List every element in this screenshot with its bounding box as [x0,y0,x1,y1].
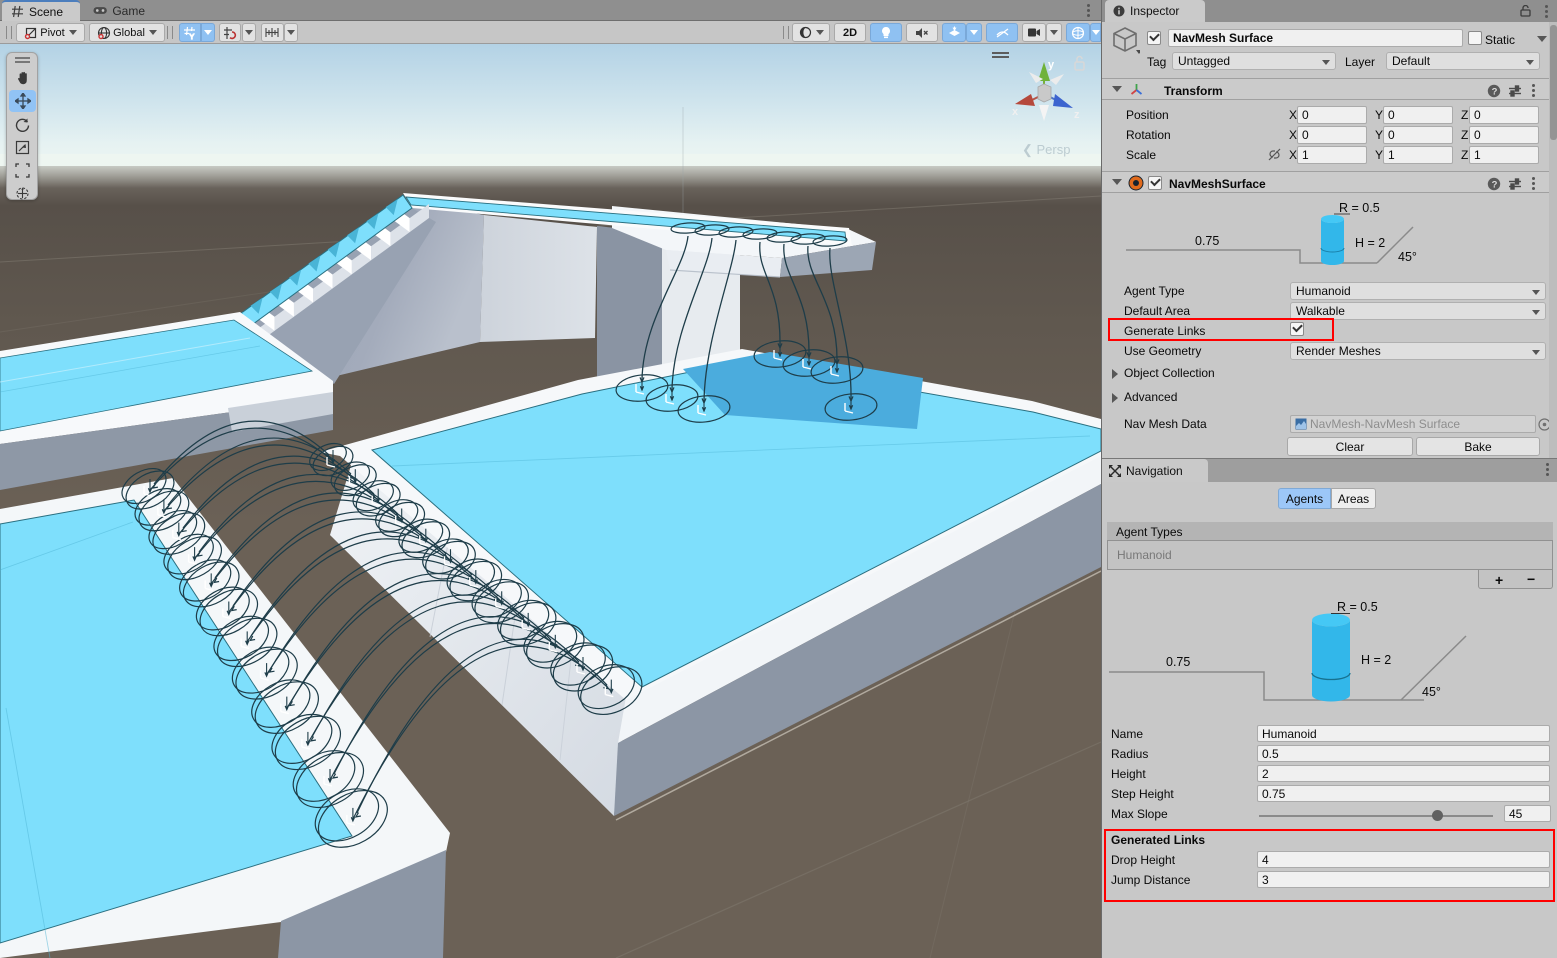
svg-text:?: ? [1492,86,1498,97]
svg-text:y: y [1048,59,1055,71]
svg-text:x: x [1012,106,1019,118]
svg-text:0.75: 0.75 [1195,234,1219,248]
svg-text:R = 0.5: R = 0.5 [1337,600,1378,614]
svg-text:R = 0.5: R = 0.5 [1339,201,1380,215]
svg-text:0.75: 0.75 [1166,655,1190,669]
svg-text:Y: Y [190,34,195,40]
svg-text:H = 2: H = 2 [1361,653,1391,667]
svg-text:45°: 45° [1398,250,1417,264]
svg-text:?: ? [1492,179,1498,190]
svg-text:H = 2: H = 2 [1355,236,1385,250]
svg-text:45°: 45° [1422,685,1441,699]
svg-text:z: z [1074,109,1080,121]
